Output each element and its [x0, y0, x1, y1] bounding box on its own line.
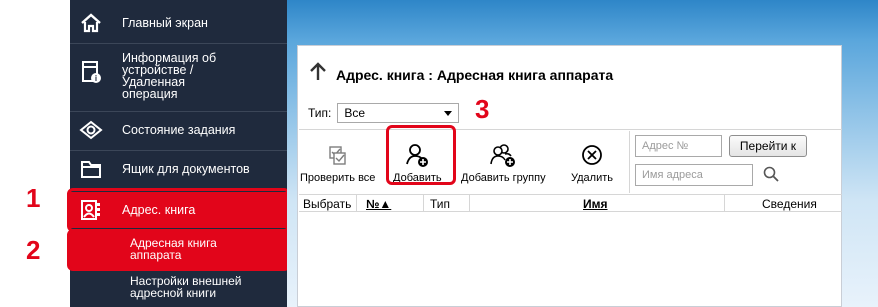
divider — [629, 131, 630, 193]
header-band — [287, 0, 878, 40]
column-select[interactable]: Выбрать — [303, 197, 351, 211]
callout-number-3: 3 — [475, 94, 490, 124]
sidebar-item-document-box[interactable]: Ящик для документов — [70, 154, 287, 184]
device-info-icon: i — [78, 59, 104, 85]
column-number[interactable]: №▲ — [366, 197, 391, 211]
table-header: Выбрать №▲ Тип Имя Сведения — [299, 194, 842, 212]
add-group-button[interactable]: Добавить группу — [461, 138, 546, 184]
add-group-icon — [489, 138, 517, 172]
search-icon[interactable] — [762, 165, 780, 188]
column-name[interactable]: Имя — [583, 197, 608, 211]
sidebar-item-job-status[interactable]: Состояние задания — [70, 115, 287, 145]
check-all-label: Проверить все — [300, 172, 376, 184]
home-icon — [78, 10, 104, 36]
callout-number-2: 2 — [26, 235, 41, 265]
sidebar-item-label: Состояние задания — [122, 123, 236, 137]
check-all-button[interactable]: Проверить все — [300, 138, 375, 184]
sidebar-subitem-label: Настройки внешней адресной книги — [130, 274, 242, 300]
delete-button[interactable]: Удалить — [571, 138, 613, 184]
address-book-panel: Адрес. книга : Адресная книга аппарата Т… — [297, 45, 842, 307]
svg-text:i: i — [95, 74, 97, 83]
sidebar-item-label: Информация об устройстве / Удаленная опе… — [122, 51, 217, 101]
callout-box-2 — [67, 229, 290, 271]
chevron-down-icon — [444, 111, 453, 116]
sidebar-item-label: Главный экран — [122, 16, 208, 30]
address-number-input[interactable]: Адрес № — [635, 135, 722, 157]
delete-label: Удалить — [571, 172, 613, 184]
arrow-up-icon[interactable] — [308, 62, 328, 87]
address-name-input[interactable]: Имя адреса — [635, 164, 753, 186]
eye-icon — [78, 117, 104, 143]
callout-number-1: 1 — [26, 183, 41, 213]
folder-icon — [78, 156, 104, 182]
sidebar-item-device-info[interactable]: i Информация об устройстве / Удаленная о… — [70, 49, 287, 107]
divider — [299, 129, 842, 130]
page-title-row: Адрес. книга : Адресная книга аппарата — [308, 62, 613, 87]
type-select-value: Все — [344, 106, 366, 120]
type-select[interactable]: Все — [337, 103, 460, 123]
sidebar-item-label: Ящик для документов — [122, 162, 250, 176]
delete-icon — [580, 138, 604, 172]
sidebar-subitem-external-address-book[interactable]: Настройки внешней адресной книги — [70, 272, 287, 306]
checkbox-multi-icon — [328, 138, 348, 172]
callout-box-1 — [67, 188, 290, 232]
add-group-label: Добавить группу — [461, 172, 546, 184]
sidebar-item-home[interactable]: Главный экран — [70, 8, 287, 38]
type-label: Тип: — [308, 106, 332, 120]
column-details[interactable]: Сведения — [762, 197, 817, 211]
type-filter-row: Тип: Все — [308, 103, 460, 123]
column-type[interactable]: Тип — [430, 197, 450, 211]
go-to-button[interactable]: Перейти к — [729, 135, 807, 157]
page-title: Адрес. книга : Адресная книга аппарата — [336, 66, 614, 83]
callout-box-3 — [386, 125, 456, 185]
